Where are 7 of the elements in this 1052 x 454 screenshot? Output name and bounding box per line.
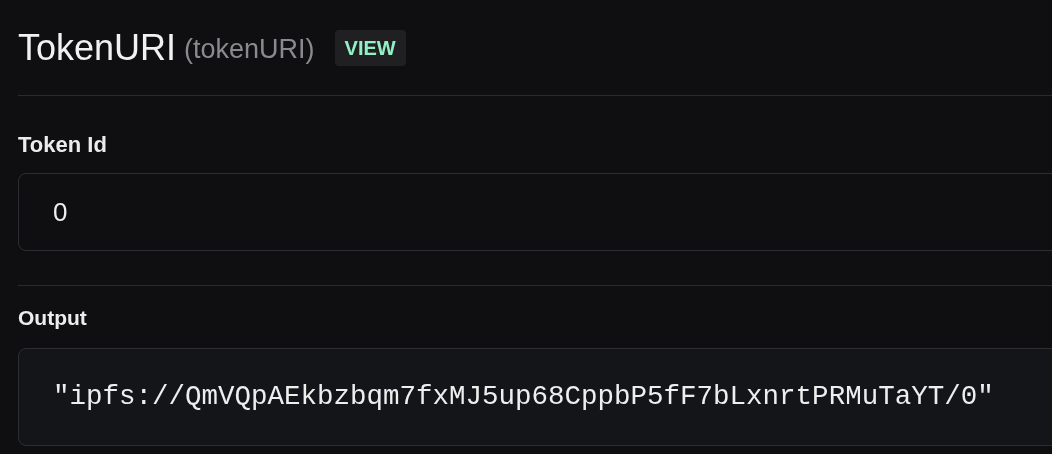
view-tag: VIEW bbox=[334, 29, 406, 66]
output-value: "ipfs://QmVQpAEkbzbqm7fxMJ5up68CppbP5fF7bLxnrtPRMuTaYT/0" bbox=[18, 347, 1052, 446]
field-label: Token Id bbox=[18, 131, 108, 159]
output-label: Output bbox=[18, 305, 88, 331]
function-name: (tokenURI) bbox=[184, 33, 315, 67]
card-title: TokenURI bbox=[18, 25, 177, 70]
token-id-input[interactable]: 0 bbox=[18, 173, 1052, 251]
